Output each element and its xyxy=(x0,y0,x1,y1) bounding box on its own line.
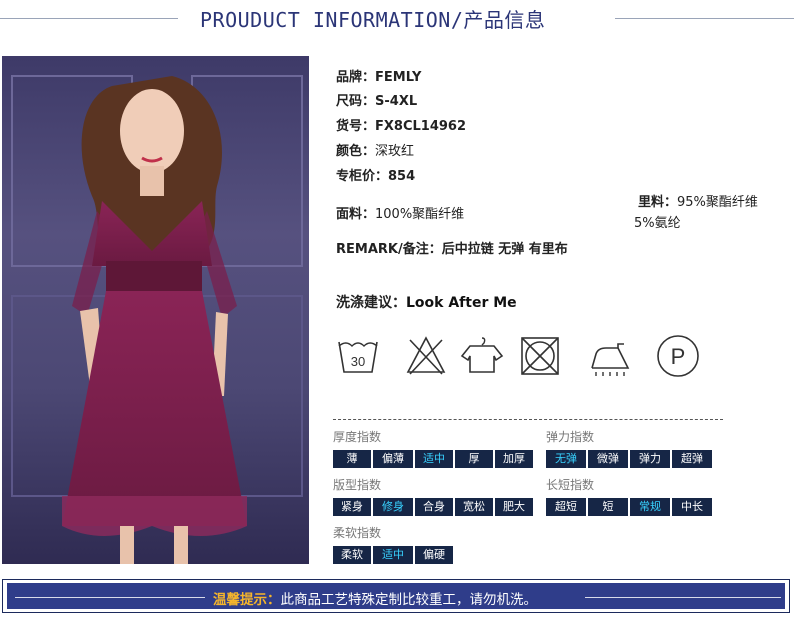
care-row: 洗涤建议：Look After Me xyxy=(336,292,517,312)
tip-banner: 温馨提示：此商品工艺特殊定制比较重工，请勿机洗。 xyxy=(2,579,790,613)
fit-option-selected: 修身 xyxy=(373,498,413,516)
wash-temp: 30 xyxy=(351,354,365,369)
tip-banner-inner: 温馨提示：此商品工艺特殊定制比较重工，请勿机洗。 xyxy=(7,583,785,609)
elasticity-option: 弹力 xyxy=(630,450,670,468)
softness-option: 偏硬 xyxy=(415,546,453,564)
thickness-option-selected: 适中 xyxy=(415,450,453,468)
sku-row: 货号：FX8CL14962 xyxy=(336,115,466,134)
price-row: 专柜价：854 xyxy=(336,165,415,184)
remark-row: REMARK/备注：后中拉链 无弹 有里布 xyxy=(336,238,568,257)
fit-option: 肥大 xyxy=(495,498,533,516)
brand-label: 品牌： xyxy=(336,70,376,85)
tip-message: 温馨提示：此商品工艺特殊定制比较重工，请勿机洗。 xyxy=(213,588,537,608)
tip-divider-right xyxy=(585,597,781,598)
header-divider-left xyxy=(0,18,178,19)
size-row: 尺码：S-4XL xyxy=(336,90,417,109)
iron-icon xyxy=(591,343,630,376)
thickness-option: 薄 xyxy=(333,450,371,468)
lining-row: 里料：95%聚酯纤维 xyxy=(638,191,758,210)
remark-value: 后中拉链 无弹 有里布 xyxy=(441,242,568,257)
no-tumble-dry-icon xyxy=(521,337,559,375)
softness-tags: 柔软 适中 偏硬 xyxy=(333,546,453,564)
lining-row-2: 5%氨纶 xyxy=(634,212,681,231)
length-option: 超短 xyxy=(546,498,586,516)
thickness-option: 厚 xyxy=(455,450,493,468)
dry-clean-icon: P xyxy=(657,335,699,377)
brand-row: 品牌：FEMLY xyxy=(336,66,421,85)
size-value: S-4XL xyxy=(375,94,418,109)
length-tags: 超短 短 常规 中长 xyxy=(546,498,712,516)
product-photo xyxy=(2,56,309,564)
elasticity-label: 弹力指数 xyxy=(546,430,595,444)
no-bleach-icon xyxy=(406,336,446,375)
lining-value-1: 95%聚酯纤维 xyxy=(677,195,758,210)
fit-option: 宽松 xyxy=(455,498,493,516)
fit-option: 合身 xyxy=(415,498,453,516)
tip-label: 温馨提示： xyxy=(213,592,281,608)
color-row: 颜色：深玫红 xyxy=(336,140,414,159)
wash-30-icon: 30 xyxy=(338,341,378,373)
price-label: 专柜价： xyxy=(336,169,389,184)
hang-dry-icon xyxy=(460,337,504,373)
fabric-row: 面料：100%聚酯纤维 xyxy=(336,203,464,222)
brand-value: FEMLY xyxy=(375,70,422,85)
care-label: 洗涤建议： xyxy=(336,295,406,311)
thickness-tags: 薄 偏薄 适中 厚 加厚 xyxy=(333,450,533,468)
color-value: 深玫红 xyxy=(375,144,415,159)
thickness-option: 偏薄 xyxy=(373,450,413,468)
elasticity-option: 超弹 xyxy=(672,450,712,468)
softness-option: 柔软 xyxy=(333,546,371,564)
thickness-label: 厚度指数 xyxy=(333,430,382,444)
length-option-selected: 常规 xyxy=(630,498,670,516)
sku-value: FX8CL14962 xyxy=(375,119,467,134)
fit-tags: 紧身 修身 合身 宽松 肥大 xyxy=(333,498,533,516)
fit-option: 紧身 xyxy=(333,498,371,516)
header-divider-right xyxy=(615,18,794,19)
dryclean-letter: P xyxy=(671,344,686,369)
lining-value-2: 5%氨纶 xyxy=(634,216,681,231)
section-title: PROUDUCT INFORMATION/产品信息 xyxy=(200,8,546,32)
care-value: Look After Me xyxy=(406,295,517,311)
fabric-label: 面料： xyxy=(336,207,376,222)
care-icons: 30 P xyxy=(336,334,716,378)
elasticity-option: 微弹 xyxy=(588,450,628,468)
length-label: 长短指数 xyxy=(546,478,595,492)
softness-label: 柔软指数 xyxy=(333,526,382,540)
elasticity-tags: 无弹 微弹 弹力 超弹 xyxy=(546,450,712,468)
length-option: 短 xyxy=(588,498,628,516)
thickness-option: 加厚 xyxy=(495,450,533,468)
length-option: 中长 xyxy=(672,498,712,516)
fabric-value: 100%聚酯纤维 xyxy=(375,207,465,222)
fit-label: 版型指数 xyxy=(333,478,382,492)
softness-option-selected: 适中 xyxy=(373,546,413,564)
section-header: PROUDUCT INFORMATION/产品信息 xyxy=(0,0,794,40)
tip-divider-left xyxy=(15,597,205,598)
model-illustration xyxy=(11,75,303,564)
elasticity-option-selected: 无弹 xyxy=(546,450,586,468)
lining-label: 里料： xyxy=(638,195,678,210)
tip-text: 此商品工艺特殊定制比较重工，请勿机洗。 xyxy=(280,592,538,608)
remark-label: REMARK/备注： xyxy=(336,242,442,257)
dashed-divider xyxy=(333,419,723,420)
sku-label: 货号： xyxy=(336,119,376,134)
size-label: 尺码： xyxy=(336,94,376,109)
color-label: 颜色： xyxy=(336,144,376,159)
price-value: 854 xyxy=(388,169,416,184)
